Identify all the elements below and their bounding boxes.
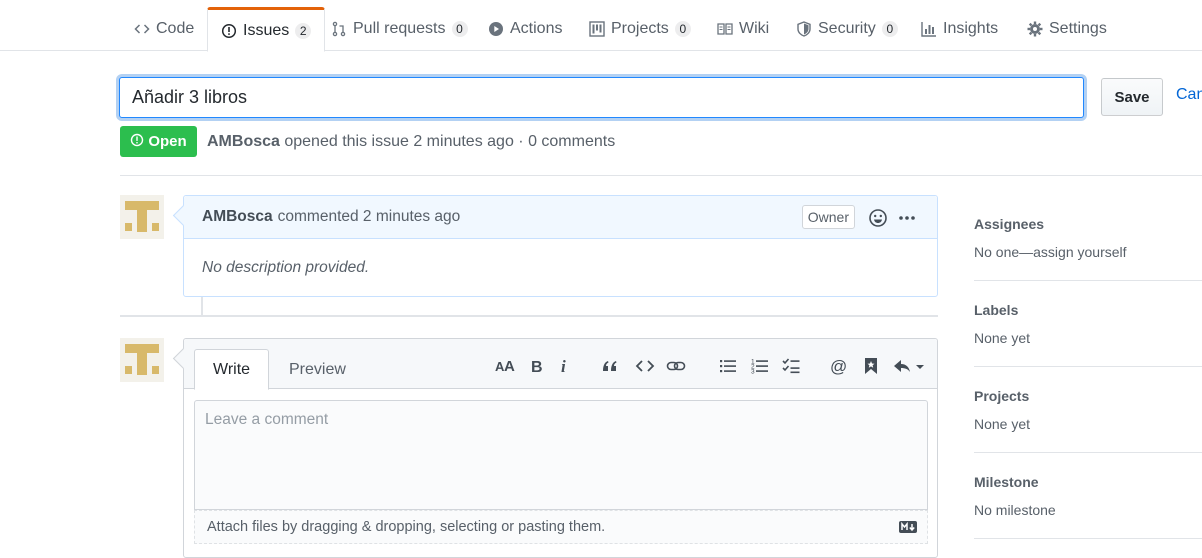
projects-counter: 0 [674, 21, 691, 37]
sidebar-labels: Labels None yet [974, 302, 1202, 346]
svg-text:A: A [504, 358, 515, 375]
issue-title-input[interactable] [119, 77, 1084, 118]
kebab-horizontal-icon[interactable] [897, 208, 917, 228]
tab-pull-requests[interactable]: Pull requests 0 [318, 7, 481, 51]
mention-icon[interactable]: @ [829, 356, 849, 376]
markdown-icon[interactable] [899, 521, 917, 533]
assignees-value[interactable]: No one—assign yourself [974, 244, 1202, 260]
tasklist-icon[interactable] [781, 356, 801, 376]
shield-icon [796, 21, 812, 37]
unordered-list-icon[interactable] [718, 356, 738, 376]
git-pull-request-icon [331, 21, 347, 37]
tab-insights[interactable]: Insights [908, 7, 1011, 51]
milestone-value: No milestone [974, 502, 1056, 518]
comment-author-link[interactable]: AMBosca [202, 208, 273, 226]
tab-label: Pull requests [353, 20, 446, 37]
sidebar-divider [974, 366, 1202, 367]
svg-text:B: B [531, 359, 543, 376]
security-counter: 0 [881, 21, 898, 37]
svg-text:@: @ [830, 357, 847, 376]
graph-icon [921, 21, 937, 37]
issues-counter: 2 [295, 22, 312, 39]
header-divider [120, 175, 1202, 176]
comment-header: AMBosca commented 2 minutes ago Owner [184, 196, 937, 239]
code-icon [134, 21, 150, 37]
link-icon[interactable] [666, 356, 686, 376]
tab-issues[interactable]: Issues 2 [207, 7, 326, 52]
tab-wiki[interactable]: Wiki [704, 7, 782, 51]
tab-security[interactable]: Security 0 [783, 7, 911, 51]
projects-title[interactable]: Projects [974, 388, 1202, 404]
gear-icon [1027, 21, 1043, 37]
issue-meta: AMBosca opened this issue 2 minutes ago … [207, 133, 615, 151]
sidebar-divider [974, 280, 1202, 281]
assignees-title[interactable]: Assignees [974, 216, 1202, 232]
play-icon [488, 21, 504, 37]
project-icon [589, 21, 605, 37]
tab-label: Issues [243, 21, 290, 39]
italic-icon[interactable]: i [555, 356, 575, 376]
tab-label: Insights [943, 20, 999, 37]
bold-icon[interactable]: B [527, 356, 547, 376]
labels-value: None yet [974, 330, 1031, 346]
quote-icon[interactable] [600, 356, 620, 376]
sidebar-projects: Projects None yet [974, 388, 1202, 432]
issue-opened-icon [130, 133, 144, 151]
sidebar-assignees: Assignees No one—assign yourself [974, 216, 1202, 260]
issue-comment: AMBosca commented 2 minutes ago Owner No… [183, 195, 938, 297]
smiley-icon[interactable] [868, 208, 888, 228]
editor-header: Write Preview AA B i 123 @ [184, 339, 937, 390]
tab-label: Code [156, 20, 195, 37]
sidebar-divider [974, 538, 1202, 539]
avatar[interactable] [120, 338, 164, 382]
tab-actions[interactable]: Actions [475, 7, 575, 51]
comment-body: No description provided. [202, 259, 370, 276]
issue-opened-icon [221, 23, 237, 39]
owner-badge: Owner [801, 205, 855, 229]
attach-hint: Attach files by dragging & dropping, sel… [207, 519, 606, 535]
tab-label: Wiki [739, 20, 770, 37]
file-attachment-bar[interactable]: Attach files by dragging & dropping, sel… [194, 510, 928, 544]
code-icon[interactable] [635, 356, 655, 376]
book-icon [717, 21, 733, 37]
tab-label: Actions [510, 20, 563, 37]
timeline-divider [120, 315, 938, 317]
pull-requests-counter: 0 [451, 21, 468, 37]
tab-preview[interactable]: Preview [271, 349, 364, 390]
tab-label: Settings [1049, 20, 1107, 37]
tab-code[interactable]: Code [121, 7, 207, 51]
svg-text:3: 3 [751, 369, 755, 376]
new-comment-form: Write Preview AA B i 123 @ Leave a comme… [183, 338, 938, 558]
ordered-list-icon[interactable]: 123 [750, 356, 770, 376]
sidebar-milestone: Milestone No milestone [974, 474, 1202, 518]
comment-textarea[interactable] [195, 401, 927, 509]
tab-label: Projects [611, 20, 669, 37]
reply-icon[interactable] [892, 356, 928, 376]
sidebar-divider [974, 452, 1202, 453]
issue-author-link[interactable]: AMBosca [207, 133, 280, 150]
labels-title[interactable]: Labels [974, 302, 1202, 318]
avatar[interactable] [120, 195, 164, 239]
issue-state-badge: Open [120, 126, 197, 157]
svg-text:i: i [561, 357, 566, 376]
issue-meta-text: opened this issue 2 minutes ago · 0 comm… [284, 133, 616, 150]
saved-reply-icon[interactable] [861, 356, 881, 376]
tab-label: Security [818, 20, 876, 37]
milestone-title[interactable]: Milestone [974, 474, 1202, 490]
projects-value: None yet [974, 416, 1031, 432]
tab-settings[interactable]: Settings [1014, 7, 1120, 51]
comment-timestamp: commented 2 minutes ago [277, 208, 461, 225]
text-size-icon[interactable]: AA [495, 356, 515, 376]
issue-state-label: Open [148, 133, 187, 150]
cancel-link[interactable]: Cancel [1176, 86, 1202, 104]
comment-textarea-wrap [194, 400, 928, 510]
tab-projects[interactable]: Projects 0 [576, 7, 704, 51]
save-button[interactable]: Save [1101, 78, 1163, 116]
repo-nav: Code Issues 2 Pull requests 0 Actions Pr… [0, 0, 1202, 52]
tab-write[interactable]: Write [194, 349, 270, 390]
timeline-connector [201, 297, 203, 315]
